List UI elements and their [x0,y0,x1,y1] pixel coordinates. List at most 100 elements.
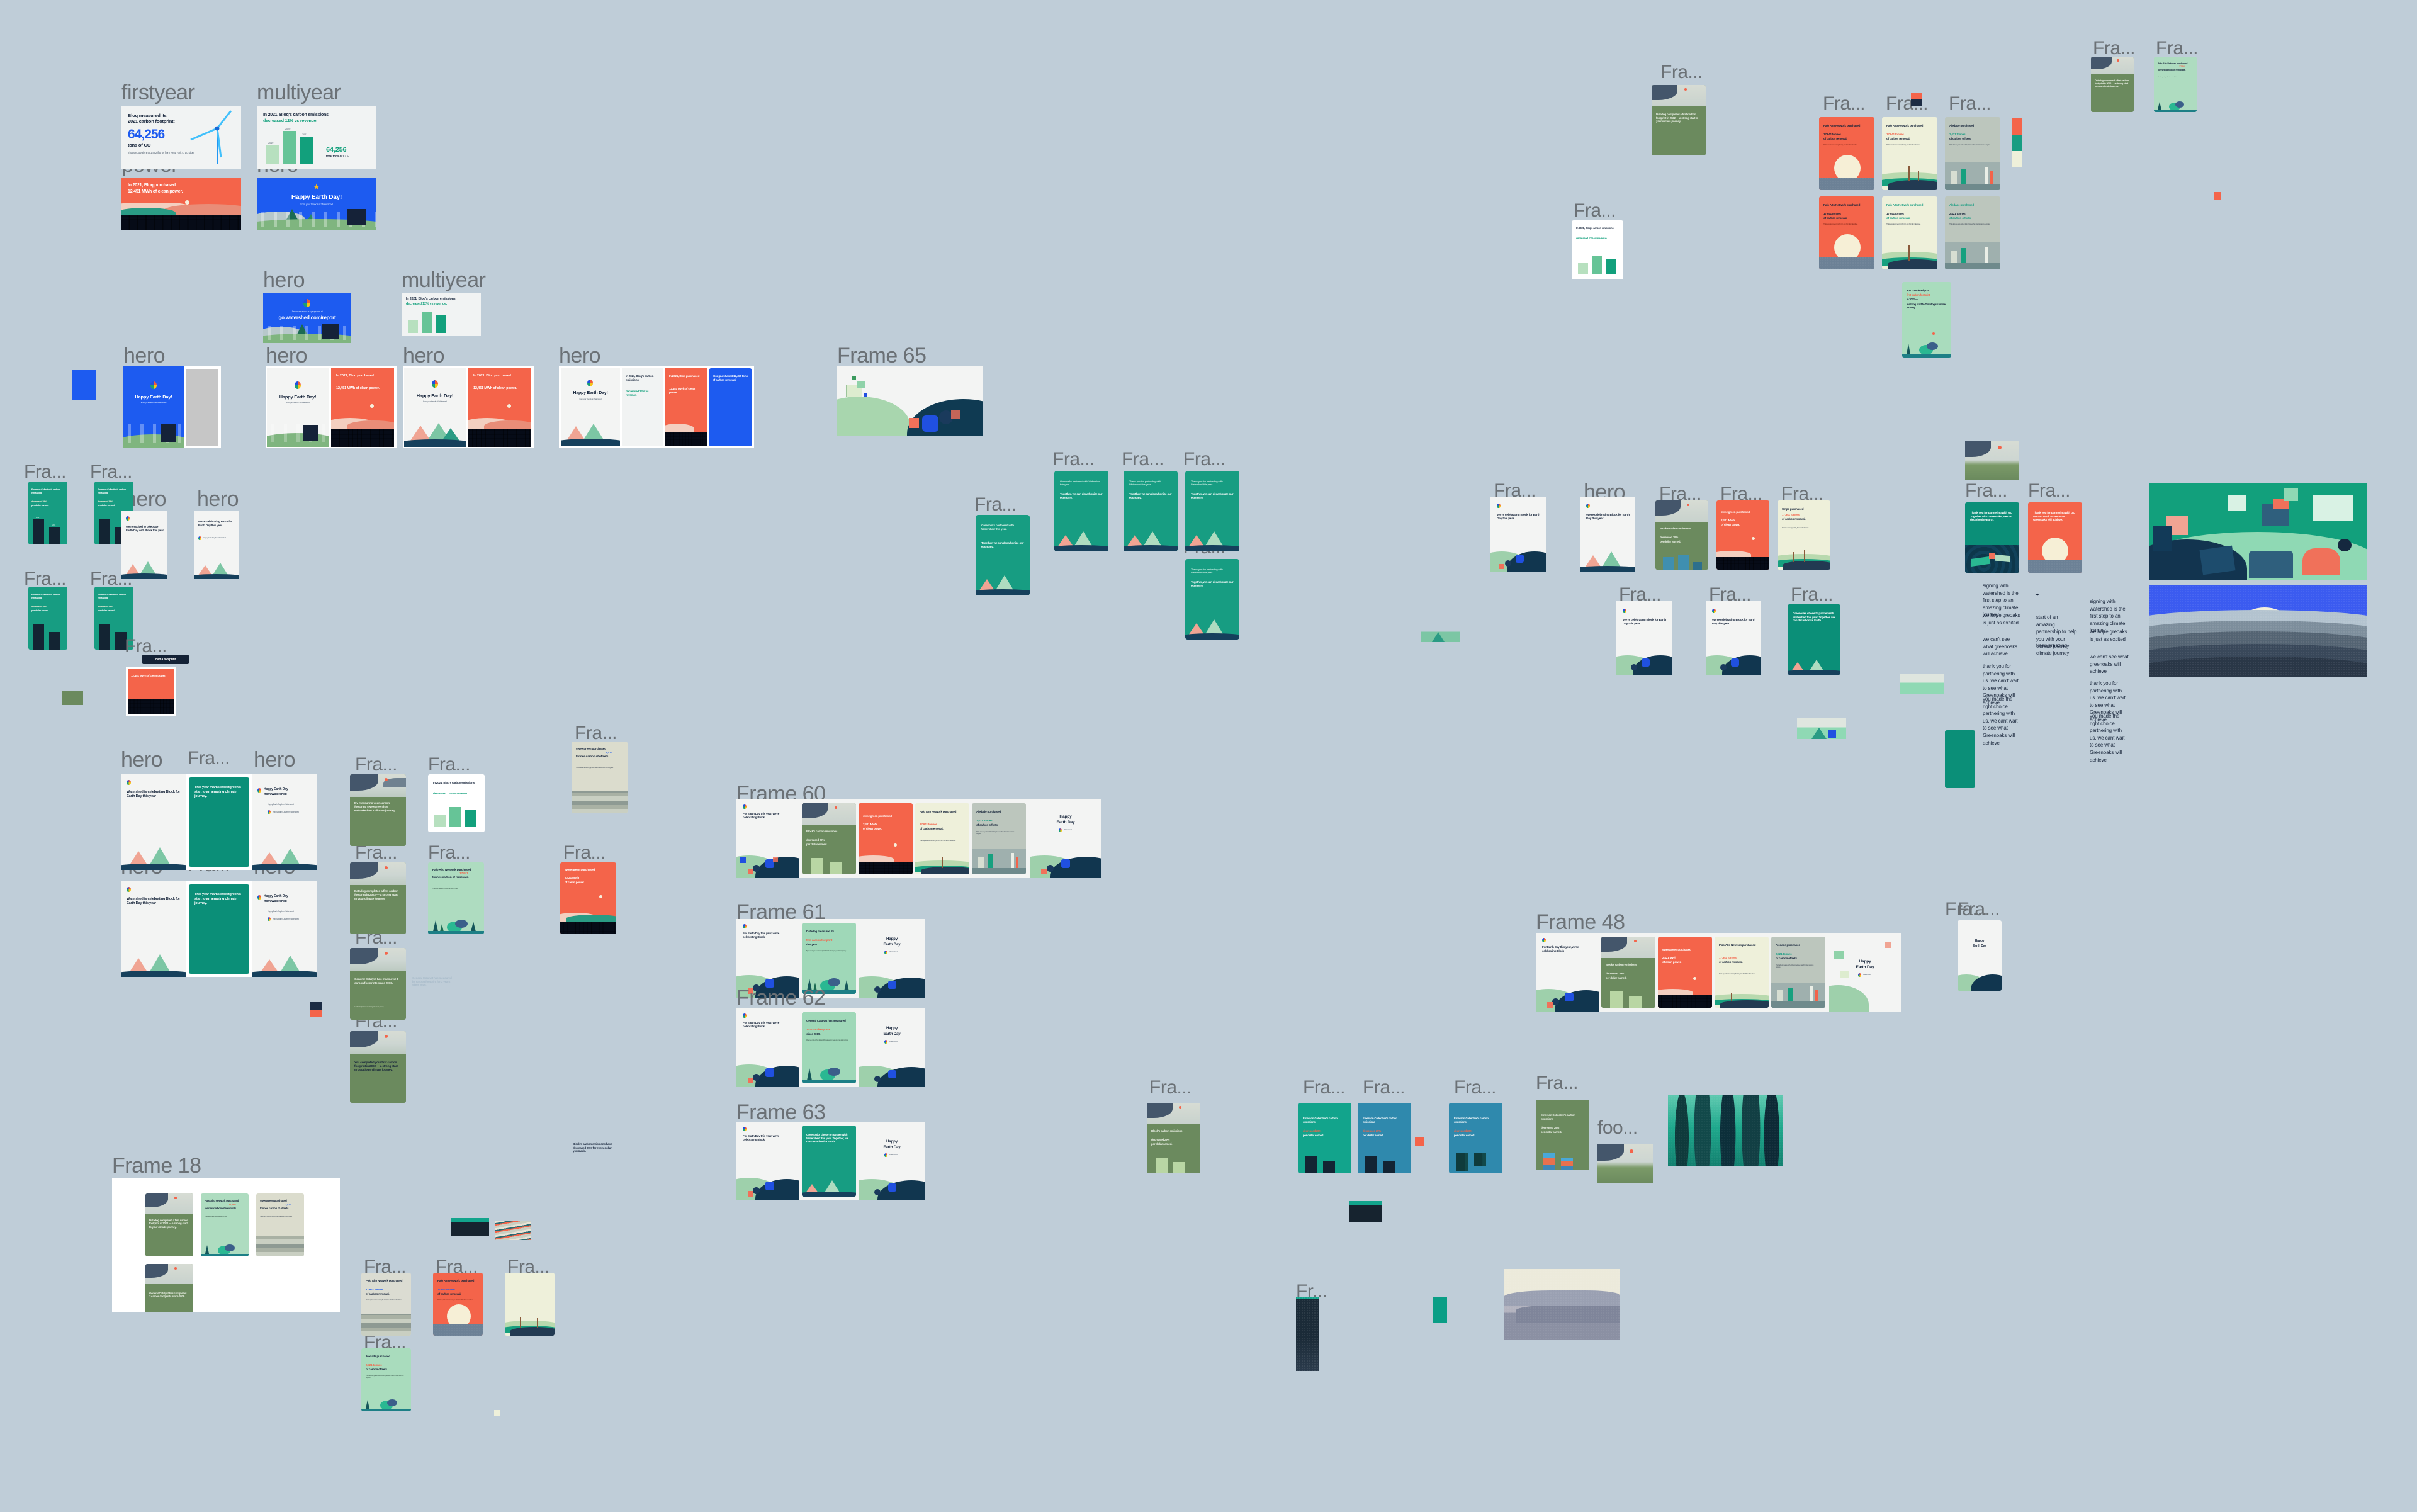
card-block-emissions-green3[interactable]: Block's carbon emissions decreased 29% p… [1655,500,1708,570]
card-greenoaks-partnered[interactable]: Greenoaks partnered with Watershed this … [976,515,1030,595]
frame-label-hero-4[interactable]: hero [559,345,601,366]
card-happy-earth-day-two[interactable]: Happy Earth Day Watershed [859,919,925,998]
card-bloq-chart-r2[interactable]: In 2021, Bloq's carbon emissions decreas… [1572,220,1623,279]
frame-48-artboard[interactable]: For Earth Day this year, we're celebrati… [1536,933,1901,1012]
frame-label-hero-w2[interactable]: hero [254,749,296,770]
card-happy-earth-day-plain[interactable]: Happy Earth Day Watershed [1030,799,1101,878]
frame-label-green-2[interactable]: Fra... [355,843,398,862]
swatch-coral-r[interactable] [2012,118,2022,135]
frame-label-tr1[interactable]: Fra... [2093,39,2136,58]
card-pan-coral-g4[interactable]: Palo Alto Network purchased 17,941 tonne… [1819,196,1874,269]
card-earth-day-from-watershed[interactable]: Happy Earth Day from Watershed Happy Ear… [252,774,317,870]
card-emerson-1[interactable]: Emerson Collective's carbon emissions de… [28,482,67,544]
frame-label-tr2[interactable]: Fra... [2156,39,2199,58]
card-power-coral-small[interactable]: In 2021, Bloq purchased 12,451 MWh of cl… [665,368,707,446]
card-sweetgreen-offsets[interactable]: sweetgreen purchased 2,421 tonnes carbon… [256,1193,304,1256]
card-emerson-teal-c[interactable]: Emerson Collective's carbon emissions de… [1298,1103,1351,1173]
design-canvas[interactable]: firstyear multiyear power hero Bloq meas… [0,0,2417,1512]
frame-label-frame18[interactable]: Frame 18 [112,1155,201,1176]
badge-had-a-footprint[interactable]: had a footprint [142,655,189,664]
watershed-strip-2[interactable]: Watershed is celebrating Block for Earth… [121,881,317,977]
card-power-coral-small2[interactable]: 12,451 MWh of clean power. [126,667,176,716]
card-datadog-green-r1[interactable]: Datadog completed a first carbon footpri… [1652,85,1706,155]
frame-label-hed-right[interactable]: Fra... [1958,900,2000,919]
frame-label-multiyear-1[interactable]: multiyear [257,82,341,103]
card-greenoaks-together-1[interactable]: Greenoaks partnered with Watershed this … [1054,471,1108,551]
card-block-celebrating-2[interactable]: We're celebrating Block for Earth Day th… [1580,497,1635,572]
card-multiyear-text[interactable]: In 2021, Bloq's carbon emissions decreas… [622,368,663,446]
card-sweetgreen-power-coral4[interactable]: sweetgreen purchased 2,421 MWh of clean … [859,803,913,874]
card-aledade-offsets-sage[interactable]: Aledade purchased 2,421 tonnes of carbon… [972,803,1026,874]
frame-label-em-c3[interactable]: Fra... [1363,1078,1406,1097]
frame-label-hero-3[interactable]: hero [403,345,445,366]
frame-label-hero-2[interactable]: hero [266,345,308,366]
card-happy-earth-day-blue[interactable]: Happy Earth Day! from your friends at Wa… [123,366,184,448]
card-aledade-offsets-mint[interactable]: Aledade purchased 2,421 tonnes of carbon… [361,1348,411,1411]
swatch-cream-small[interactable] [494,1410,500,1416]
frame-label-sg-power[interactable]: Fra... [563,843,606,862]
card-pan-removals-mint[interactable]: Palo Alto Network purchased 17,941 tonne… [428,862,484,934]
card-happy-earth-day-light[interactable]: Happy Earth Day! from your friends at Wa… [267,368,329,447]
card-happy-earth-day-two[interactable]: Happy Earth Day Watershed [859,1008,925,1087]
card-for-earth-day-block[interactable]: For Earth Day this year, we're celebrati… [1536,933,1599,1012]
card-block-celebrating[interactable]: We're celebrating Block for Earth Day th… [194,511,239,579]
card-earth-day-from-watershed[interactable]: Happy Earth Day from Watershed Happy Ear… [252,881,317,977]
frame-label-frame48[interactable]: Frame 48 [1536,911,1625,933]
card-thank-you-cant-wait-coral[interactable]: Thank you for partnering with us. We can… [2028,502,2082,573]
frame-label-sg-offsets[interactable]: Fra... [575,724,617,743]
card-you-completed-green[interactable]: You completed your first carbon footprin… [1902,282,1951,358]
card-emerson-blue-c[interactable]: Emerson Collective's carbon emissions de… [1358,1103,1411,1173]
card-sweetgreen-embarked[interactable]: By measuring your carbon footprint, swee… [350,774,406,846]
frame-label-g3[interactable]: Fra... [1949,94,1992,113]
swatch-coral-mini[interactable] [1911,93,1922,99]
swatch-coral[interactable] [310,1010,322,1017]
card-pan-removal-sage[interactable]: Palo Alto Network purchased 17,941 tonne… [361,1273,411,1336]
swatch-teal-r[interactable] [2012,135,2022,151]
swatch-cream-r[interactable] [2012,151,2022,167]
card-sweetgreen-journey[interactable]: This year marks sweetgreen's start to an… [189,777,249,867]
card-greenoaks-partner-teal2[interactable]: Greenoaks chose to partner with Watershe… [1788,604,1840,675]
card-datadog-completed[interactable]: Datadog completed a first carbon footpri… [350,862,406,934]
frame-label-greenoaks-4[interactable]: Fra... [1183,450,1226,469]
card-datadog-completed[interactable]: Datadog completed a first carbon footpri… [145,1193,193,1256]
frame-label-frame62[interactable]: Frame 62 [736,987,826,1008]
frame-label-em-e[interactable]: Fra... [1536,1074,1579,1093]
card-pan-removal-cream[interactable]: Palo Alto Network purchased 17,941 tonne… [1715,937,1769,1008]
card-thank-you-together-3[interactable]: Thank you for partnering with Watershed … [1185,559,1239,640]
card-sweetgreen-offsets[interactable]: sweetgreen purchased 2,421 tonnes carbon… [572,742,628,813]
card-sweetgreen-power-coral4[interactable]: sweetgreen purchased 2,421 MWh of clean … [1658,937,1712,1008]
card-emerson-3[interactable]: Emerson Collective's carbon emissions de… [28,587,67,650]
card-sweetgreen-journey[interactable]: This year marks sweetgreen's start to an… [189,884,249,974]
frame-60-artboard[interactable]: For Earth Day this year, we're celebrati… [736,799,1101,878]
swatch-teal-bar[interactable] [1433,1297,1447,1323]
card-block-celebrating-3[interactable]: We're celebrating Block for Earth Day th… [1616,601,1672,675]
frame-label-hero-1[interactable]: hero [123,345,166,366]
frame-label-greenoaks-2[interactable]: Fra... [1052,450,1095,469]
card-thank-you-together-2[interactable]: Thank you for partnering with Watershed … [1185,471,1239,551]
frame-label-frame63[interactable]: Frame 63 [736,1102,826,1123]
hero-strip-1[interactable]: Happy Earth Day! from your friends at Wa… [123,366,221,448]
card-removal-blue[interactable]: Bloq purchased 12,455 tons of carbon rem… [709,368,752,446]
card-watershed-celebrating[interactable]: Watershed is celebrating Block for Earth… [121,881,186,977]
watershed-strip-1[interactable]: Watershed is celebrating Block for Earth… [121,774,317,870]
card-pan-removal-cream[interactable]: Palo Alto Network purchased 17,941 tonne… [915,803,969,874]
card-for-earth-day-block[interactable]: For Earth Day this year, we're celebrati… [736,1008,799,1087]
card-teal-blank[interactable] [1945,730,1975,788]
card-block-emissions-green[interactable]: Block's carbon emissions decreased 29% p… [802,803,856,874]
card-datadog-green-tr[interactable]: Datadog completed a first carbon footpri… [2091,57,2134,112]
card-pan-cream-g2[interactable]: Palo Alto Network purchased 17,941 tonne… [1882,117,1937,190]
frame-label-em-c1[interactable]: Fra... [1149,1078,1192,1097]
frame-65-artboard[interactable] [837,366,983,436]
swatch-coral-tiny[interactable] [2214,192,2221,200]
card-for-earth-day-block[interactable]: For Earth Day this year, we're celebrati… [736,1122,799,1200]
frame-label-ty1[interactable]: Fra... [1965,482,2008,500]
swatch-coral-small[interactable] [1415,1137,1424,1146]
frame-label-em-c2[interactable]: Fra... [1303,1078,1346,1097]
frame-label-sg1[interactable]: Fra... [188,749,230,768]
frame-label-multiyear-2[interactable]: multiyear [402,269,486,291]
card-happy-earth-day-plain[interactable]: Happy Earth Day Watershed [1829,933,1901,1012]
card-pan-cream-g5[interactable]: Palo Alto Network purchased 17,941 tonne… [1882,196,1937,269]
card-sweetgreen-power-coral3[interactable]: sweetgreen purchased 2,421 MWh of clean … [560,862,616,934]
frame-63-artboard[interactable]: For Earth Day this year, we're celebrati… [736,1122,925,1200]
hero-strip-2[interactable]: Happy Earth Day! from your friends at Wa… [266,366,397,448]
